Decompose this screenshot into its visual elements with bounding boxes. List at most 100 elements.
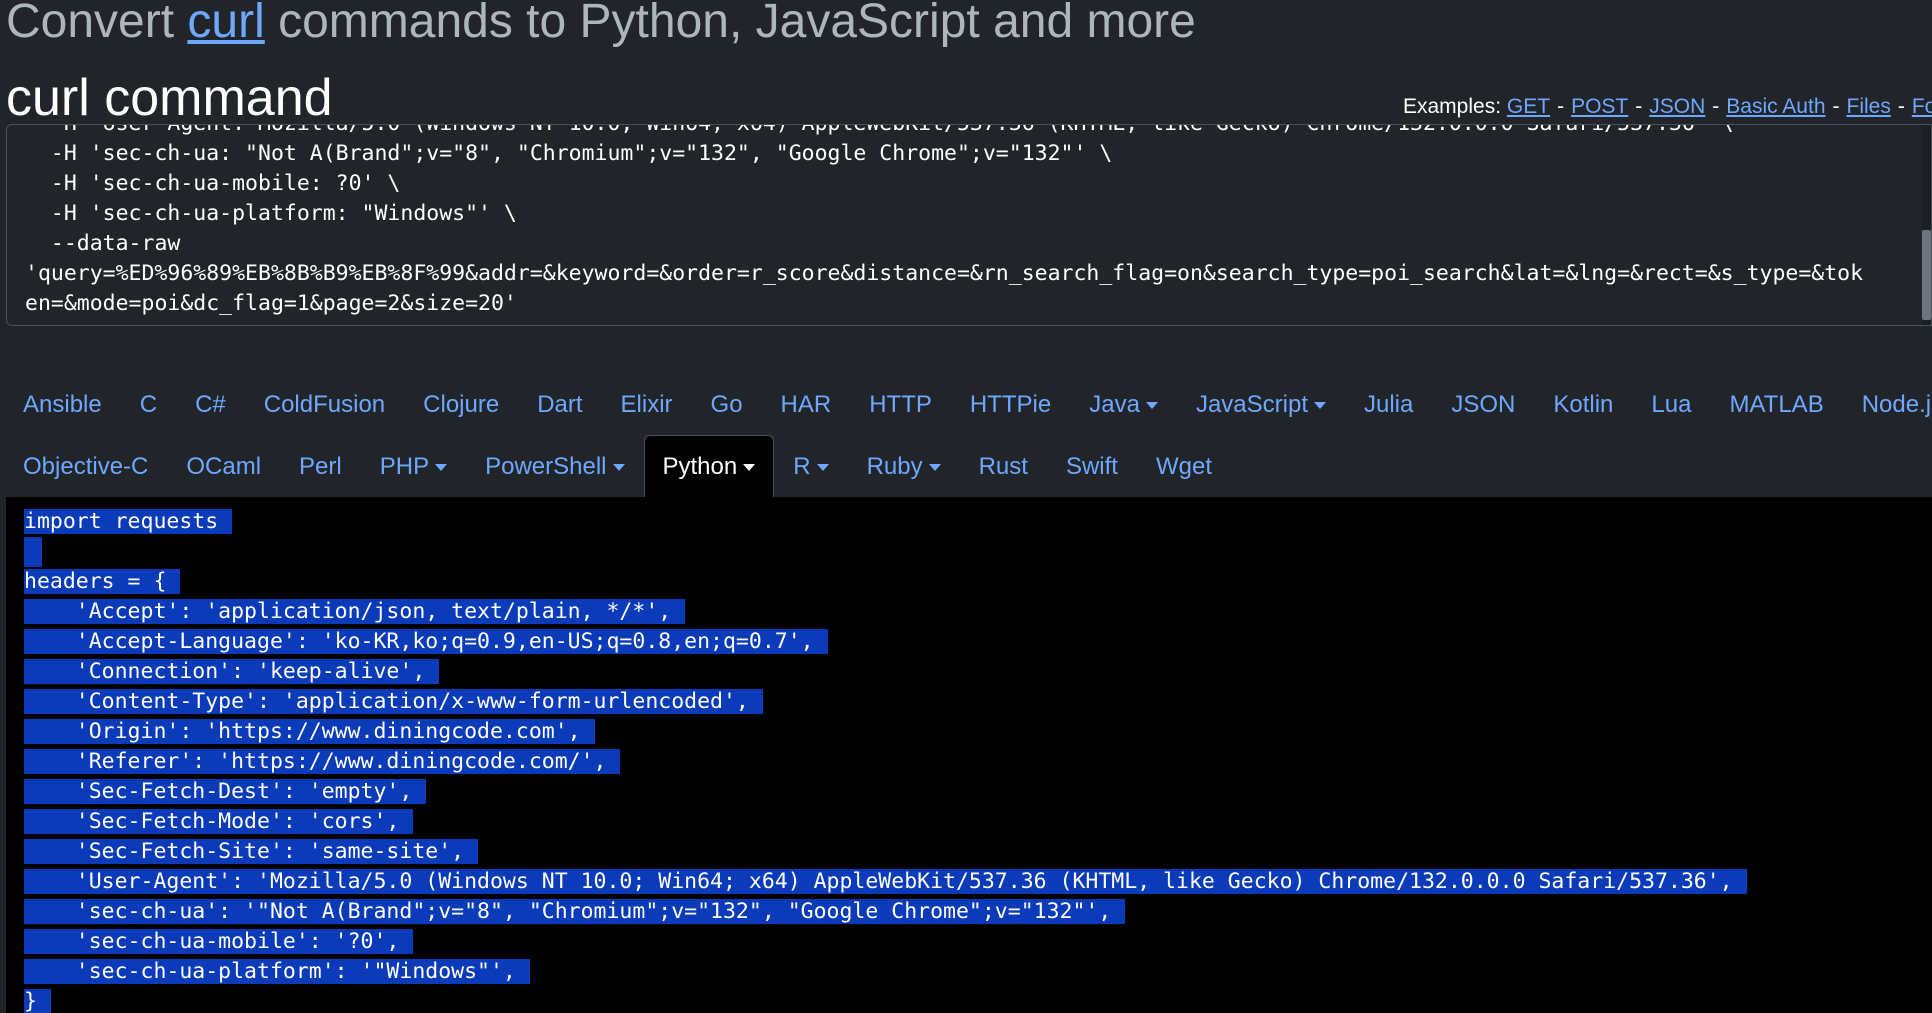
tab-label: Perl [299,452,342,480]
code-line-text: 'Accept': 'application/json, text/plain,… [24,599,686,624]
code-line: 'sec-ch-ua': '"Not A(Brand";v="8", "Chro… [24,897,1747,927]
curl-command-input[interactable]: -H 'User-Agent: Mozilla/5.0 (Windows NT … [6,124,1932,326]
examples-separator: - [1832,95,1840,118]
example-link-json[interactable]: JSON [1649,95,1705,118]
tab-julia[interactable]: Julia [1345,373,1432,435]
curl-line: -H 'sec-ch-ua: "Not A(Brand";v="8", "Chr… [25,141,1113,166]
tab-java[interactable]: Java [1070,373,1177,435]
code-line-text: 'Connection': 'keep-alive', [24,659,440,684]
code-line: headers = { [24,567,1747,597]
tab-matlab[interactable]: MATLAB [1710,373,1842,435]
tab-node-js[interactable]: Node.js [1843,373,1932,435]
code-line: 'sec-ch-ua-mobile': '?0', [24,927,1747,957]
generated-code-output[interactable]: import requests headers = { 'Accept': 'ap… [6,497,1932,1013]
tab-ocaml[interactable]: OCaml [167,435,280,497]
tab-label: Ruby [866,452,923,480]
code-line-text: 'Sec-Fetch-Site': 'same-site', [24,839,479,864]
tab-json[interactable]: JSON [1432,373,1534,435]
language-tabs-row-1: Ansible C C# ColdFusion Clojure Dart Elixir Go H… [4,373,1932,435]
curl-scrollbar[interactable] [1922,125,1931,325]
code-line-text [24,537,42,567]
language-tabs-row-2: Objective-C OCaml Perl PHP PowerShell Python R… [4,435,1924,497]
examples-separator: - [1897,95,1905,118]
code-line: 'Connection': 'keep-alive', [24,657,1747,687]
tab-label: ColdFusion [263,390,386,418]
curl-link[interactable]: curl [187,0,264,48]
tab-swift[interactable]: Swift [1047,435,1137,497]
example-link-basic-auth[interactable]: Basic Auth [1726,95,1825,118]
tab-c-[interactable]: C# [176,373,245,435]
example-link-for[interactable]: For [1912,95,1932,118]
tab-label: JavaScript [1195,390,1308,418]
tab-ruby[interactable]: Ruby [848,435,960,497]
tab-lua[interactable]: Lua [1632,373,1710,435]
page: Convert curl commands to Python, JavaScr… [0,0,1932,1013]
curl-line: -H 'sec-ch-ua-platform: "Windows"' \ [25,201,517,226]
tab-c[interactable]: C [121,373,176,435]
code-line-text: 'sec-ch-ua-mobile': '?0', [24,929,414,954]
code-line: 'Content-Type': 'application/x-www-form-… [24,687,1747,717]
tab-go[interactable]: Go [692,373,762,435]
code-line-text: 'Content-Type': 'application/x-www-form-… [24,689,763,714]
tab-r[interactable]: R [774,435,847,497]
dropdown-caret-icon [1313,402,1326,409]
generated-code-text[interactable]: import requests headers = { 'Accept': 'ap… [24,507,1747,1013]
code-line-text: 'Referer': 'https://www.diningcode.com/'… [24,749,621,774]
code-line: 'Referer': 'https://www.diningcode.com/'… [24,747,1747,777]
examples-links: GET-POST-JSON-Basic Auth-Files-For [1507,95,1932,118]
code-line: import requests [24,507,1747,537]
tab-http[interactable]: HTTP [850,373,951,435]
tab-label: Kotlin [1553,390,1614,418]
dropdown-caret-icon [435,464,448,471]
curl-line: -H 'sec-ch-ua-mobile: ?0' \ [25,171,401,196]
tab-rust[interactable]: Rust [960,435,1047,497]
tab-httpie[interactable]: HTTPie [951,373,1070,435]
examples-label: Examples: [1403,95,1502,118]
tab-label: Julia [1363,390,1414,418]
headline-prefix: Convert [6,0,188,48]
code-line-text: 'User-Agent': 'Mozilla/5.0 (Windows NT 1… [24,869,1747,894]
tab-label: Lua [1651,390,1692,418]
tab-label: C [139,390,158,418]
code-line: 'Sec-Fetch-Dest': 'empty', [24,777,1747,807]
tab-label: HTTPie [969,390,1052,418]
tab-objective-c[interactable]: Objective-C [4,435,167,497]
tab-elixir[interactable]: Elixir [602,373,692,435]
tab-label: PowerShell [485,452,607,480]
tab-clojure[interactable]: Clojure [404,373,518,435]
tab-dart[interactable]: Dart [518,373,601,435]
page-headline: Convert curl commands to Python, JavaScr… [6,0,1196,50]
curl-line: -H 'User-Agent: Mozilla/5.0 (Windows NT … [25,125,1863,139]
tab-python[interactable]: Python [643,435,775,497]
code-line-text: 'sec-ch-ua-platform': '"Windows"', [24,959,530,984]
curl-command-text[interactable]: -H 'User-Agent: Mozilla/5.0 (Windows NT … [25,125,1863,319]
tab-powershell[interactable]: PowerShell [466,435,643,497]
code-line-text: 'Accept-Language': 'ko-KR,ko;q=0.9,en-US… [24,629,828,654]
tab-label: Node.js [1861,390,1932,418]
tab-perl[interactable]: Perl [280,435,361,497]
tab-label: Python [662,452,738,480]
example-link-post[interactable]: POST [1571,95,1628,118]
tab-kotlin[interactable]: Kotlin [1534,373,1632,435]
headline-suffix: commands to Python, JavaScript and more [264,0,1196,48]
dropdown-caret-icon [928,464,941,471]
tab-wget[interactable]: Wget [1137,435,1231,497]
curl-scrollbar-thumb[interactable] [1922,230,1931,320]
code-line: 'Accept': 'application/json, text/plain,… [24,597,1747,627]
code-line: 'Origin': 'https://www.diningcode.com', [24,717,1747,747]
tab-ansible[interactable]: Ansible [4,373,121,435]
tab-label: MATLAB [1729,390,1824,418]
tab-coldfusion[interactable]: ColdFusion [245,373,404,435]
example-link-get[interactable]: GET [1507,95,1550,118]
code-line-text: 'Origin': 'https://www.diningcode.com', [24,719,595,744]
tab-label: Swift [1065,452,1118,480]
tab-php[interactable]: PHP [361,435,466,497]
tab-label: Clojure [423,390,500,418]
tab-javascript[interactable]: JavaScript [1177,373,1345,435]
tab-har[interactable]: HAR [762,373,851,435]
examples-separator: - [1712,95,1720,118]
language-tabs: Ansible C C# ColdFusion Clojure Dart Elixir Go H… [4,373,1932,497]
tab-label: R [793,452,811,480]
example-link-files[interactable]: Files [1847,95,1891,118]
tab-label: HTTP [869,390,932,418]
